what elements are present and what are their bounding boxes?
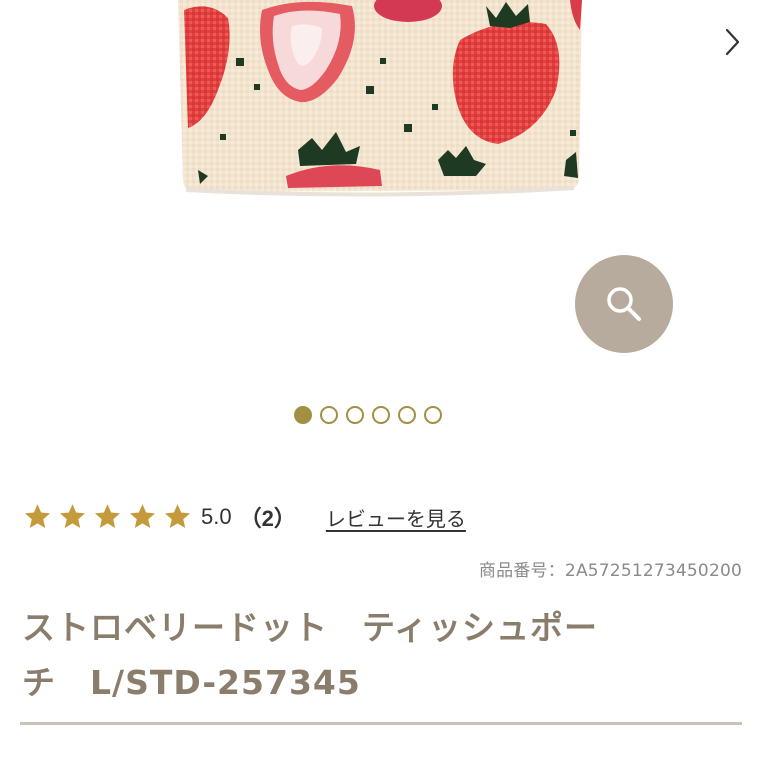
pagination-dot[interactable] [398, 406, 416, 424]
product-title-line-2: チ L/STD-257345 [22, 663, 361, 702]
image-pagination [294, 404, 442, 428]
view-reviews-link[interactable]: レビューを見る [326, 503, 466, 532]
product-title: ストロベリードット ティッシュポー チ L/STD-257345 [22, 600, 722, 710]
product-page: 5.0 （2） レビューを見る 商品番号：2A57251273450200 スト… [0, 0, 762, 762]
pagination-dot[interactable] [294, 406, 312, 424]
product-image[interactable] [0, 0, 762, 250]
star-icon [165, 504, 190, 528]
divider [20, 722, 742, 725]
zoom-button[interactable] [575, 255, 673, 353]
star-rating [22, 502, 193, 532]
chevron-right-icon [725, 28, 740, 56]
product-title-line-1: ストロベリードット ティッシュポー [22, 608, 599, 647]
star-icon [25, 504, 50, 528]
pagination-dot[interactable] [346, 406, 364, 424]
next-image-button[interactable] [716, 22, 746, 62]
pagination-dot[interactable] [320, 406, 338, 424]
pagination-dot[interactable] [424, 406, 442, 424]
product-number: 商品番号：2A57251273450200 [478, 561, 742, 581]
search-icon [607, 287, 641, 321]
pagination-dot[interactable] [372, 406, 390, 424]
rating-row: 5.0 （2） レビューを見る [22, 500, 466, 534]
review-count: （2） [239, 506, 296, 531]
star-icon [130, 504, 155, 528]
star-icon [95, 504, 120, 528]
rating-value: 5.0 [201, 504, 232, 529]
star-icon [60, 504, 85, 528]
